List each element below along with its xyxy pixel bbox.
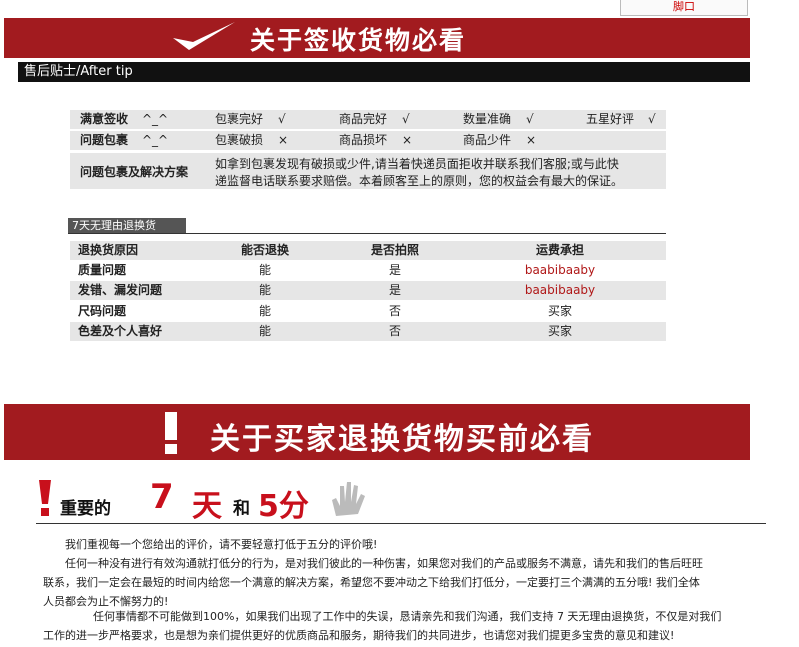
exclamation-icon [165,412,177,454]
banner-returns: 关于买家退换货物买前必看 [4,404,750,460]
item-4: 五星好评 [586,112,635,126]
important-five: 5分 [258,489,309,524]
header-cell: 是否拍照 [370,243,419,257]
hand-icon [332,482,365,516]
row-label: 满意签收 [80,112,129,126]
header-cell: 运费承担 [535,243,584,257]
paragraph-2a: 任何一种没有进行有效沟通就打低分的行为，是对我们彼此的一种伤害，如果您对我们的产… [65,557,703,570]
cell: 买家 [547,324,572,338]
top-tab[interactable]: 脚口 [620,0,748,16]
important-seven: 7 [150,477,174,517]
cell: 色差及个人喜好 [78,324,163,338]
table-row: 尺码问题 能 否 买家 [70,302,666,321]
important-prefix: 重要的 [60,499,111,519]
banner-title: 关于买家退换货物买前必看 [210,422,594,457]
item-1: 包裹完好 [215,112,264,126]
item-2: 商品损坏 [339,133,388,147]
table-row: 质量问题 能 是 baabibaaby [70,261,666,280]
item-2: 商品完好 [339,112,388,126]
paragraph-2b: 联系，我们一定会在最短的时间内给您一个满意的解决方案，希望您不要冲动之下给我们打… [43,576,700,589]
paragraph-3a: 任何事情都不可能做到100%，如果我们出现了工作中的失误，恳请亲先和我们沟通，我… [93,610,722,623]
banner-signing: 关于签收货物必看 [4,18,750,58]
mark-2: √ [402,112,410,126]
cell: 尺码问题 [78,304,127,318]
row-label: 问题包裹 [80,133,129,147]
cell: 是 [388,263,401,277]
cell: 买家 [547,304,572,318]
cell: baabibaaby [524,263,596,277]
table-row: 发错、漏发问题 能 是 baabibaaby [70,281,666,300]
cell: 能 [258,283,271,297]
item-3: 数量准确 [463,112,512,126]
mark-1: √ [278,112,286,126]
cell: 能 [258,304,271,318]
important-and: 和 [233,499,250,519]
header-cell: 能否退换 [240,243,289,257]
solution-text-1: 如拿到包裹发现有破损或少件,请当着快递员面拒收并联系我们客服;或与此快 [215,157,619,171]
divider [36,523,766,524]
mark-3: × [526,133,537,147]
checkmark-icon [173,22,235,50]
paragraph-3b: 工作的进一步严格要求，也是想为亲们提供更好的优质商品和服务，期待我们的共同进步，… [43,629,675,642]
exclamation-icon [39,480,51,516]
paragraph-1: 我们重视每一个您给出的评价，请不要轻意打低于五分的评价哦! [65,538,378,551]
cell: baabibaaby [524,283,596,297]
cell: 能 [258,324,271,338]
important-day: 天 [192,489,222,524]
cell: 否 [388,304,401,318]
header-cell: 退换货原因 [78,243,139,257]
table-row: 色差及个人喜好 能 否 买家 [70,322,666,341]
cell: 否 [388,324,401,338]
banner-title: 关于签收货物必看 [250,26,467,55]
cell: 是 [388,283,401,297]
satisfied-row: 满意签收 ^_^ 包裹完好 √ 商品完好 √ 数量准确 √ 五星好评 √ [70,110,666,129]
return-policy-tab: 7天无理由退换货 [68,218,186,234]
cell: 发错、漏发问题 [78,283,163,297]
divider [68,233,666,234]
mark-1: × [278,133,289,147]
solution-text-2: 递监督电话联系要求赔偿。本着顾客至上的原则，您的权益会有最大的保证。 [215,174,624,188]
row-face: ^_^ [142,112,169,126]
solution-row: 问题包裹及解决方案 如拿到包裹发现有破损或少件,请当着快递员面拒收并联系我们客服… [70,153,666,189]
mark-4: √ [648,112,656,126]
row-face: ^_^ [142,133,169,147]
table-header: 退换货原因 能否退换 是否拍照 运费承担 [70,241,666,260]
row-label: 问题包裹及解决方案 [80,165,189,179]
cell: 质量问题 [78,263,127,277]
mark-2: × [402,133,413,147]
mark-3: √ [526,112,534,126]
item-1: 包裹破损 [215,133,264,147]
cell: 能 [258,263,271,277]
problem-row: 问题包裹 ^_^ 包裹破损 × 商品损坏 × 商品少件 × [70,131,666,150]
item-3: 商品少件 [463,133,512,147]
after-tip-bar: 售后贴士/After tip [18,62,750,82]
